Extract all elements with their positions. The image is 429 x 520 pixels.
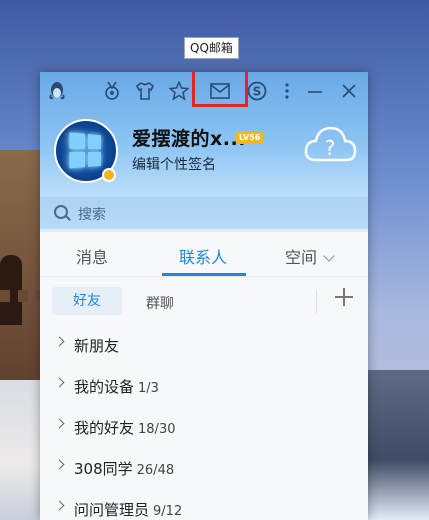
tab-contacts[interactable]: 联系人	[179, 244, 227, 268]
list-item[interactable]: 我的设备 1/3	[40, 365, 368, 406]
group-count: 26/48	[136, 463, 175, 478]
weather-cloud-icon[interactable]: ?	[302, 122, 358, 166]
tab-space-label: 空间	[285, 248, 318, 267]
chevron-down-icon	[323, 250, 335, 262]
chevron-right-icon	[54, 336, 65, 347]
svg-text:?: ?	[325, 136, 336, 160]
list-item[interactable]: 问问管理员 9/12	[40, 488, 368, 520]
star-icon[interactable]	[168, 80, 190, 102]
signature-edit[interactable]: 编辑个性签名	[132, 154, 216, 174]
online-status-badge[interactable]	[102, 168, 116, 182]
group-count: 9/12	[153, 504, 183, 519]
group-name: 我的好友	[74, 419, 135, 437]
level-badge[interactable]: LV56	[236, 132, 264, 144]
profile-header: S 爱摆渡的x... LV56 编辑个性签名 ? 搜索	[40, 72, 368, 232]
mail-tooltip: QQ邮箱	[184, 37, 239, 59]
title-bar: S	[40, 72, 368, 110]
close-icon[interactable]	[338, 80, 360, 102]
nickname[interactable]: 爱摆渡的x...	[132, 124, 246, 151]
list-item[interactable]: 我的好友 18/30	[40, 406, 368, 447]
list-item[interactable]: 308同学 26/48	[40, 447, 368, 488]
chevron-right-icon	[54, 377, 65, 388]
mail-highlight-box	[192, 72, 248, 107]
medal-icon[interactable]	[101, 80, 123, 102]
desktop-wallpaper-hill	[359, 370, 429, 520]
group-count: 1/3	[138, 381, 159, 396]
search-placeholder: 搜索	[78, 207, 106, 223]
add-icon[interactable]	[334, 287, 354, 307]
qq-penguin-icon[interactable]	[46, 80, 68, 102]
tab-space[interactable]: 空间	[285, 244, 335, 268]
svg-text:S: S	[253, 85, 262, 99]
group-name: 我的设备	[74, 378, 135, 396]
chevron-right-icon	[54, 459, 65, 470]
divider	[316, 291, 317, 313]
main-tabs: 消息 联系人 空间	[40, 232, 368, 277]
subtab-groups[interactable]: 群聊	[146, 293, 174, 313]
list-item[interactable]: 新朋友	[40, 324, 368, 365]
group-name: 新朋友	[74, 337, 120, 355]
windows-logo-icon	[69, 132, 102, 169]
chevron-right-icon	[54, 500, 65, 511]
qq-main-window: S 爱摆渡的x... LV56 编辑个性签名 ? 搜索 消息 联系人 空间 好友…	[40, 72, 368, 520]
group-name: 308同学	[74, 460, 133, 478]
more-icon[interactable]	[276, 80, 298, 102]
tab-messages[interactable]: 消息	[76, 244, 108, 268]
contact-subtabs: 好友 群聊	[40, 277, 368, 323]
active-tab-indicator	[162, 273, 246, 276]
contact-groups-list: 新朋友 我的设备 1/3 我的好友 18/30 308同学 26/48 问问管理员 9/…	[40, 324, 368, 520]
group-name: 问问管理员	[74, 501, 150, 519]
search-icon	[54, 205, 68, 219]
minimize-icon[interactable]	[304, 80, 326, 102]
chevron-right-icon	[54, 418, 65, 429]
s-circle-icon[interactable]: S	[246, 80, 268, 102]
search-bar[interactable]: 搜索	[40, 197, 368, 229]
group-count: 18/30	[138, 422, 176, 437]
subtab-friends[interactable]: 好友	[52, 287, 122, 315]
shirt-icon[interactable]	[134, 80, 156, 102]
